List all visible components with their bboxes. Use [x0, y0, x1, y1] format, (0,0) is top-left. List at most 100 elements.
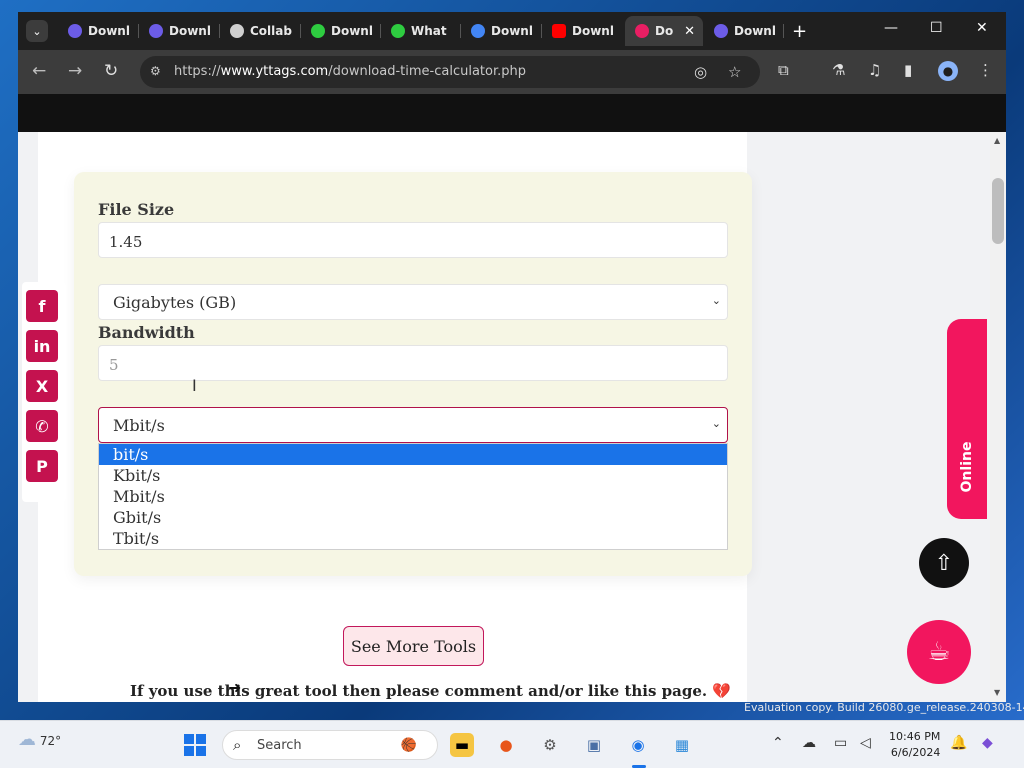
widgets-news-icon[interactable]: 🏀 — [384, 733, 434, 757]
whatsapp-icon[interactable]: ✆ — [26, 410, 58, 442]
file-explorer-icon[interactable]: ▬ — [450, 733, 474, 757]
cloud-icon: ☁ — [18, 729, 36, 750]
media-controls-icon[interactable]: ♫ — [868, 61, 881, 79]
weather-widget[interactable]: ☁ 72° — [18, 729, 61, 750]
taskbar: ☁ 72° ⌕ Search 🏀 ▬ ● ⚙ ▣ ◉ ▦ ⌃ ☁ ▭ ◁ 10:… — [0, 720, 1024, 768]
mouse-arrow-icon: ➜ — [228, 678, 242, 697]
scroll-up-arrow-icon[interactable]: ▲ — [994, 136, 1000, 145]
display-icon[interactable]: ▭ — [834, 735, 847, 751]
evaluation-watermark: Evaluation copy. Build 26080.ge_release.… — [744, 701, 1024, 714]
tab-favicon-icon — [471, 24, 485, 38]
page-viewport: File Size 1.45 Gigabytes (GB) ⌄ Bandwidt… — [18, 132, 1006, 702]
dropdown-option-tbits[interactable]: Tbit/s — [99, 528, 727, 549]
tab-6[interactable]: Downl — [542, 16, 620, 46]
maximize-icon[interactable]: ☐ — [930, 20, 943, 36]
tab-8[interactable]: Downl — [704, 16, 782, 46]
browser-toolbar: ← → ↻ ⚙ https://www.yttags.com/download-… — [18, 50, 1006, 94]
tab-favicon-icon — [311, 24, 325, 38]
chrome-icon[interactable]: ◉ — [626, 733, 650, 757]
file-size-input[interactable]: 1.45 — [98, 222, 728, 258]
firefox-icon[interactable]: ● — [494, 733, 518, 757]
settings-gear-icon[interactable]: ⚙ — [538, 733, 562, 757]
tab-label: Downl — [572, 24, 614, 38]
bandwidth-unit-select[interactable]: Mbit/s ⌄ — [98, 407, 728, 443]
minimize-icon[interactable]: — — [884, 20, 898, 36]
tray-chevron-up-icon[interactable]: ⌃ — [772, 735, 784, 751]
facebook-icon[interactable]: f — [26, 290, 58, 322]
tab-4[interactable]: What — [381, 16, 459, 46]
new-tab-plus-icon[interactable]: + — [792, 21, 807, 42]
social-share-bar: f in X ✆ P — [22, 282, 66, 502]
see-more-tools-button[interactable]: See More Tools — [343, 626, 484, 666]
dropdown-option-bits[interactable]: bit/s — [99, 444, 727, 465]
reload-icon[interactable]: ↻ — [104, 61, 118, 81]
weather-temp: 72° — [39, 734, 62, 748]
dropdown-option-kbits[interactable]: Kbit/s — [99, 465, 727, 486]
pinterest-icon[interactable]: P — [26, 450, 58, 482]
tab-label: Downl — [88, 24, 130, 38]
clock-date: 6/6/2024 — [890, 746, 941, 759]
tab-label: Do — [655, 24, 674, 38]
tab-favicon-icon — [635, 24, 649, 38]
notification-bell-icon[interactable]: 🔔 — [950, 735, 967, 751]
x-twitter-icon[interactable]: X — [26, 370, 58, 402]
main-content: File Size 1.45 Gigabytes (GB) ⌄ Bandwidt… — [38, 132, 752, 702]
tab-close-icon[interactable]: ✕ — [684, 24, 695, 39]
tab-3[interactable]: Downl — [301, 16, 379, 46]
buy-coffee-cup-icon[interactable]: ☕ — [907, 620, 971, 684]
tab-strip: ⌄ Downl Downl Collab Downl What Downl Do… — [18, 12, 1006, 50]
tab-search-button[interactable]: ⌄ — [26, 20, 48, 42]
labs-flask-icon[interactable]: ⚗ — [832, 61, 845, 79]
bandwidth-unit-selected: Mbit/s — [113, 416, 165, 435]
dropdown-option-mbits[interactable]: Mbit/s — [99, 486, 727, 507]
close-window-icon[interactable]: ✕ — [976, 20, 988, 36]
chevron-down-icon: ⌄ — [711, 417, 721, 430]
browser-window: ⌄ Downl Downl Collab Downl What Downl Do… — [18, 12, 1006, 702]
system-clock[interactable]: 10:46 PM 6/6/2024 — [889, 729, 940, 761]
address-bar[interactable]: ⚙ https://www.yttags.com/download-time-c… — [140, 56, 760, 88]
copilot-icon[interactable]: ◆ — [982, 735, 993, 751]
clock-time: 10:46 PM — [889, 730, 941, 743]
back-icon[interactable]: ← — [32, 61, 46, 81]
file-unit-select[interactable]: Gigabytes (GB) ⌄ — [98, 284, 728, 320]
network-computer-icon[interactable]: ▣ — [582, 733, 606, 757]
tab-1[interactable]: Downl — [139, 16, 217, 46]
online-chat-tab[interactable]: Online — [947, 319, 987, 519]
tab-favicon-icon — [68, 24, 82, 38]
broken-heart-icon: 💔 — [712, 682, 732, 700]
tab-favicon-icon — [552, 24, 566, 38]
linkedin-icon[interactable]: in — [26, 330, 58, 362]
footer-message: If you use this great tool then please c… — [130, 682, 732, 700]
page-scrollbar[interactable]: ▲ ▼ — [990, 132, 1006, 702]
volume-mute-icon[interactable]: ◁ — [860, 735, 871, 751]
calculator-card: File Size 1.45 Gigabytes (GB) ⌄ Bandwidt… — [74, 172, 752, 576]
scrollbar-thumb[interactable] — [992, 178, 1004, 244]
scroll-to-top-icon[interactable]: ⇧ — [919, 538, 969, 588]
photos-icon[interactable]: ▦ — [670, 733, 694, 757]
chevron-down-icon: ⌄ — [711, 294, 721, 307]
search-icon: ⌕ — [233, 736, 242, 754]
file-unit-selected: Gigabytes (GB) — [113, 293, 237, 312]
bookmark-star-icon[interactable]: ☆ — [728, 63, 741, 81]
tracking-protection-eye-icon[interactable]: ◎ — [694, 63, 707, 81]
tab-label: Downl — [491, 24, 533, 38]
tab-label: Downl — [331, 24, 373, 38]
start-windows-icon[interactable] — [184, 734, 206, 756]
extensions-icon[interactable]: ⧉ — [778, 61, 789, 79]
forward-icon[interactable]: → — [68, 61, 82, 81]
site-info-icon[interactable]: ⚙ — [150, 64, 164, 78]
side-panel-icon[interactable]: ▮ — [904, 61, 912, 79]
tab-favicon-icon — [714, 24, 728, 38]
tab-active[interactable]: Do ✕ — [625, 16, 703, 46]
tab-favicon-icon — [391, 24, 405, 38]
scroll-down-arrow-icon[interactable]: ▼ — [994, 688, 1000, 697]
tab-0[interactable]: Downl — [58, 16, 136, 46]
tab-2[interactable]: Collab — [220, 16, 298, 46]
profile-avatar-icon[interactable]: ● — [938, 61, 958, 81]
menu-kebab-icon[interactable]: ⋮ — [978, 61, 993, 79]
onedrive-cloud-icon[interactable]: ☁ — [802, 735, 816, 751]
url-text: https://www.yttags.com/download-time-cal… — [174, 64, 526, 79]
tab-label: Collab — [250, 24, 292, 38]
tab-5[interactable]: Downl — [461, 16, 539, 46]
dropdown-option-gbits[interactable]: Gbit/s — [99, 507, 727, 528]
